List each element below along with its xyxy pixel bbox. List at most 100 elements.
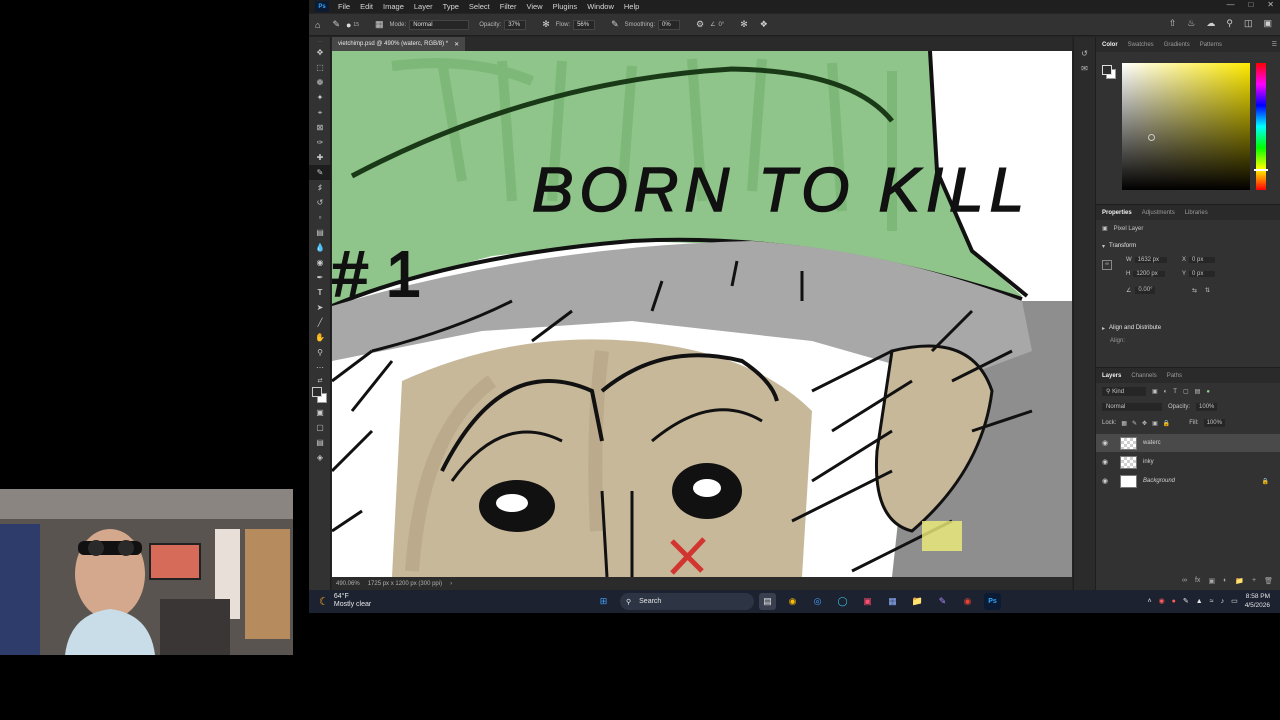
layer-name[interactable]: Background (1143, 478, 1175, 484)
foreground-color-swatch[interactable] (312, 387, 322, 397)
color-picker-cursor[interactable] (1148, 134, 1155, 141)
network-icon[interactable]: ▲ (1196, 598, 1203, 605)
volume-icon[interactable]: ♪ (1221, 598, 1225, 605)
link-icon[interactable]: ∞ (1102, 260, 1112, 270)
layer-opacity-input[interactable]: 100% (1196, 403, 1218, 411)
filter-smart-icon[interactable]: ▤ (1195, 388, 1201, 395)
layout-icon[interactable]: ▣ (1263, 18, 1272, 29)
brush-preset-picker[interactable]: ● 15 (346, 20, 359, 30)
canvas-area[interactable]: BORN TO KILL #1 (332, 51, 1072, 577)
eraser-tool-icon[interactable]: ▫ (309, 210, 331, 225)
new-layer-icon[interactable]: + (1252, 577, 1256, 585)
x-input[interactable]: 0 px (1189, 257, 1216, 263)
tab-gradients[interactable]: Gradients (1164, 42, 1190, 48)
eyedropper-tool-icon[interactable]: ✑ (309, 135, 331, 150)
crop-tool-icon[interactable]: ⌖ (309, 105, 331, 120)
new-group-icon[interactable]: 📁 (1235, 577, 1244, 585)
layer-filter-select[interactable]: ⚲ Kind (1102, 387, 1146, 396)
eye-icon[interactable]: ◉ (1102, 477, 1114, 485)
chevron-up-icon[interactable]: ˄ (1147, 598, 1151, 605)
filter-pixel-icon[interactable]: ▣ (1152, 388, 1158, 395)
search-box[interactable]: ⚲ Search (620, 593, 754, 610)
flip-horizontal-icon[interactable]: ⇆ (1192, 287, 1197, 294)
tab-color[interactable]: Color (1102, 42, 1118, 48)
gear-icon[interactable]: ⚙ (696, 19, 704, 30)
browser-icon[interactable]: ◯ (834, 593, 851, 610)
mic-icon[interactable]: ● (1172, 598, 1176, 605)
lock-all-icon[interactable]: 🔒 (1163, 420, 1170, 427)
bell-icon[interactable]: ♨ (1187, 18, 1195, 29)
layer-row[interactable]: ◉ Background 🔒 (1096, 472, 1280, 490)
pressure-opacity-icon[interactable]: ✻ (542, 19, 550, 30)
history-brush-tool-icon[interactable]: ↺ (309, 195, 331, 210)
battery-icon[interactable]: ▭ (1231, 597, 1238, 605)
weather-widget[interactable]: ☾ 64°F Mostly clear (319, 593, 371, 609)
trash-icon[interactable]: 🗑 (1264, 577, 1273, 585)
path-select-tool-icon[interactable]: ➤ (309, 300, 331, 315)
filter-adjust-icon[interactable]: ◐ (1164, 389, 1168, 395)
fx-icon[interactable]: fx (1195, 577, 1200, 585)
quick-mask-icon[interactable]: ▣ (309, 405, 331, 420)
menu-file[interactable]: File (333, 2, 355, 11)
tab-properties[interactable]: Properties (1102, 210, 1132, 216)
menu-image[interactable]: Image (378, 2, 409, 11)
lock-position-icon[interactable]: ✥ (1142, 420, 1147, 427)
eye-icon[interactable]: ◉ (1102, 439, 1114, 447)
lock-image-icon[interactable]: ✎ (1132, 420, 1137, 427)
healing-tool-icon[interactable]: ✚ (309, 150, 331, 165)
angle-field[interactable]: ∠ 0.00° (1126, 287, 1156, 294)
shape-tool-icon[interactable]: ╱ (309, 315, 331, 330)
tab-patterns[interactable]: Patterns (1200, 42, 1222, 48)
search-icon[interactable]: ⚲ (1226, 18, 1233, 29)
menu-type[interactable]: Type (438, 2, 464, 11)
color-picker-field[interactable] (1122, 63, 1250, 190)
pen-app-icon[interactable]: ✎ (934, 593, 951, 610)
minimize-icon[interactable]: — (1226, 0, 1234, 9)
lock-transparent-icon[interactable]: ▦ (1121, 420, 1127, 427)
photoshop-taskbar-icon[interactable]: Ps (984, 593, 1001, 610)
filter-toggle-icon[interactable]: ● (1206, 389, 1210, 395)
width-field[interactable]: W 1632 px (1126, 257, 1167, 263)
blend-mode-select[interactable]: Normal (1102, 403, 1162, 411)
eye-icon[interactable]: ◉ (1102, 458, 1114, 466)
angle-input[interactable]: 0.00° (1135, 287, 1156, 294)
status-chevron-icon[interactable]: › (450, 581, 452, 587)
brush-tool-icon[interactable]: ✎ (309, 165, 331, 180)
document-info[interactable]: 1725 px x 1200 px (300 ppi) (368, 581, 442, 587)
adjustment-layer-icon[interactable]: ◐ (1223, 577, 1227, 585)
document-tab[interactable]: vietchimp.psd @ 490% (waterc, RGB/8) * ✕ (332, 37, 466, 51)
tab-swatches[interactable]: Swatches (1128, 42, 1154, 48)
layer-row[interactable]: ◉ inky (1096, 453, 1280, 471)
blur-tool-icon[interactable]: 💧 (309, 240, 331, 255)
panel-menu-icon[interactable]: ☰ (1272, 41, 1277, 48)
maximize-icon[interactable]: □ (1248, 0, 1253, 9)
task-view-icon[interactable]: ▤ (759, 593, 776, 610)
move-tool-icon[interactable]: ✥ (309, 45, 331, 60)
symmetry-icon[interactable]: ❖ (760, 19, 768, 30)
stamp-tool-icon[interactable]: ♯ (309, 180, 331, 195)
menu-edit[interactable]: Edit (355, 2, 378, 11)
file-explorer-icon[interactable]: 📁 (909, 593, 926, 610)
content-credentials-icon[interactable]: ▤ (309, 435, 331, 450)
color-swatches[interactable] (309, 385, 331, 405)
type-tool-icon[interactable]: T (309, 285, 331, 300)
link-layers-icon[interactable]: ∞ (1182, 577, 1187, 585)
workspace-icon[interactable]: ◫ (1244, 18, 1253, 29)
edge-icon[interactable]: ◎ (809, 593, 826, 610)
comments-panel-icon[interactable]: ✉ (1074, 64, 1095, 73)
flow-input[interactable]: 56% (573, 19, 596, 30)
fill-input[interactable]: 100% (1203, 419, 1225, 427)
start-icon[interactable]: ⊞ (595, 593, 612, 610)
tab-paths[interactable]: Paths (1167, 373, 1182, 379)
zoom-tool-icon[interactable]: ⚲ (309, 345, 331, 360)
lock-artboard-icon[interactable]: ▣ (1152, 420, 1158, 427)
hand-tool-icon[interactable]: ✋ (309, 330, 331, 345)
add-mask-icon[interactable]: ▣ (1208, 577, 1215, 585)
hue-slider-thumb[interactable] (1254, 169, 1268, 171)
filter-type-icon[interactable]: T (1173, 389, 1177, 395)
menu-filter[interactable]: Filter (495, 2, 522, 11)
history-panel-icon[interactable]: ↺ (1074, 49, 1095, 58)
menu-select[interactable]: Select (464, 2, 495, 11)
y-field[interactable]: Y 0 px (1182, 271, 1216, 277)
align-header[interactable]: ▸ Align and Distribute (1102, 325, 1161, 332)
